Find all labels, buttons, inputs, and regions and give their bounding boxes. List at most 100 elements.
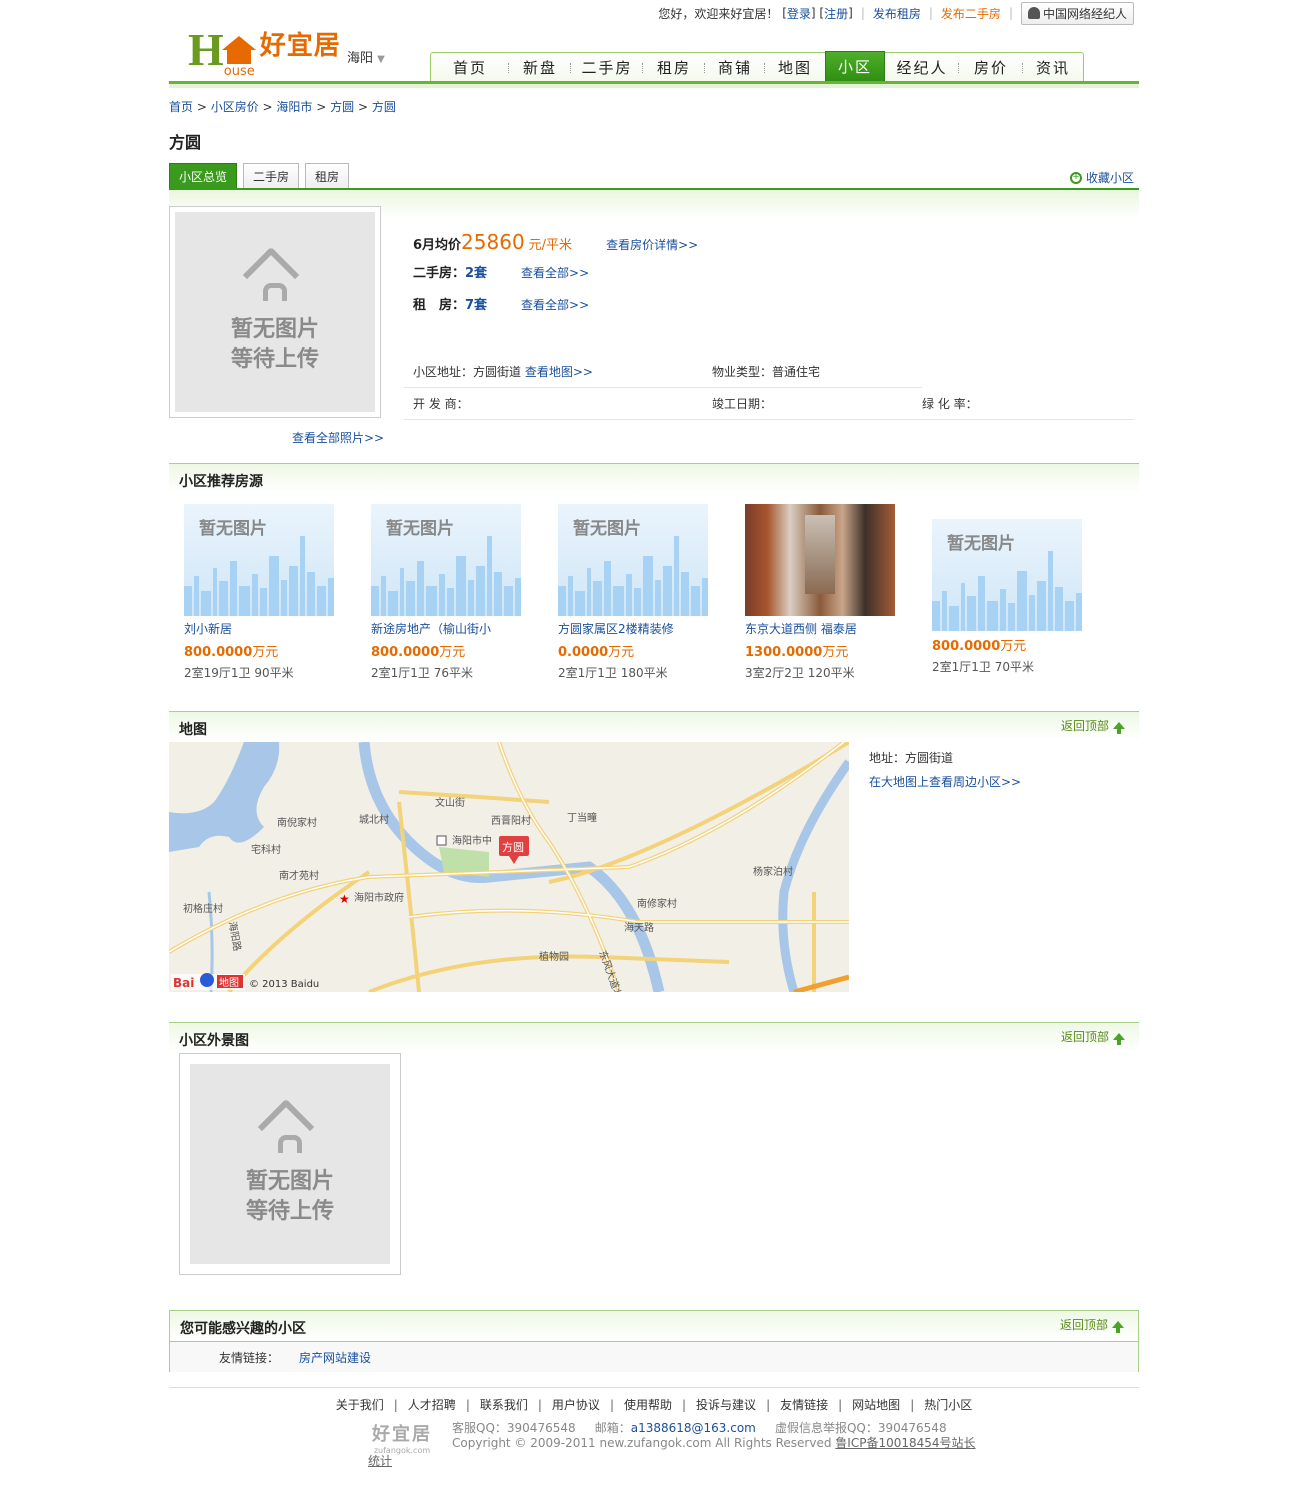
nav-item-0[interactable]: 首页 — [431, 53, 509, 82]
map-copyright: © 2013 Baidu — [249, 979, 319, 990]
rent-label: 租 房： — [413, 298, 466, 313]
map-view[interactable]: 南倪家村 城北村 文山街 西晋阳村 丁当疃 海阳市中 宅科村 南才苑村 海阳市政… — [169, 742, 849, 992]
price-label: 6月均价 — [413, 238, 462, 253]
breadcrumb-current[interactable]: 方圆 — [372, 100, 396, 114]
footer-link[interactable]: 友情链接 — [780, 1398, 828, 1412]
footer-link[interactable]: 联系我们 — [480, 1398, 528, 1412]
listing-card[interactable]: 暂无图片 刘小新居 800.0000万元 2室19厅1卫 90平米 — [184, 504, 371, 681]
footer-logo-name: 好宜居 — [372, 1424, 432, 1445]
register-link[interactable]: 注册 — [824, 5, 848, 22]
breadcrumb-city[interactable]: 海阳市 — [276, 100, 312, 114]
tab-rent[interactable]: 租房 — [305, 163, 350, 188]
listing-card[interactable]: 暂无图片 新途房地产（榆山街小 800.0000万元 2室1厅1卫 76平米 — [371, 504, 558, 681]
site-logo[interactable]: H ouse 好宜居 — [188, 24, 341, 80]
listing-card[interactable]: 暂无图片 方圆家属区2楼精装修 0.0000万元 2室1厅1卫 180平米 — [558, 504, 745, 681]
listing-name[interactable]: 新途房地产（榆山街小 — [371, 620, 558, 637]
tab-bar: 小区总览 二手房 租房 — [169, 163, 350, 188]
svg-text:★: ★ — [339, 892, 350, 906]
second-hand-view-all[interactable]: 查看全部>> — [521, 264, 589, 281]
listing-photo[interactable] — [745, 504, 895, 616]
logo-letter: H — [188, 24, 224, 75]
rent-view-all[interactable]: 查看全部>> — [521, 296, 589, 313]
exterior-photo[interactable]: 暂无图片 等待上传 — [179, 1053, 401, 1275]
service-qq: 390476548 — [506, 1421, 576, 1435]
nav-item-9[interactable]: 资讯 — [1023, 53, 1083, 82]
listing-spec: 2室1厅1卫 76平米 — [371, 666, 473, 680]
map-label: 南才苑村 — [279, 869, 319, 882]
listing-no-image[interactable]: 暂无图片 — [558, 504, 708, 616]
friend-links-label: 友情链接： — [219, 1350, 280, 1365]
arrow-up-icon — [1112, 1321, 1124, 1333]
nav-item-5[interactable]: 地图 — [765, 53, 825, 82]
listing-name[interactable]: 方圆家属区2楼精装修 — [558, 620, 745, 637]
post-rent-link[interactable]: 发布租房 — [873, 5, 921, 22]
no-image-text: 暂无图片 — [245, 1169, 334, 1194]
listing-no-image[interactable]: 暂无图片 — [184, 504, 334, 616]
average-price: 25860 — [461, 230, 525, 254]
footer-link[interactable]: 人才招聘 — [408, 1398, 456, 1412]
listing-price: 1300.0000万元 — [745, 645, 849, 660]
footer-link[interactable]: 用户协议 — [552, 1398, 600, 1412]
nearby-communities-link[interactable]: 在大地图上查看周边小区>> — [869, 775, 1021, 789]
footer-link[interactable]: 投诉与建议 — [696, 1398, 756, 1412]
tab-overview[interactable]: 小区总览 — [169, 163, 238, 188]
exterior-title: 小区外景图 — [179, 1033, 249, 1049]
type-label: 物业类型： — [712, 365, 773, 379]
main-nav: 首页 新盘 二手房 租房 商铺 地图 小区 经纪人 房价 资讯 — [430, 51, 1084, 82]
statistics-link[interactable]: 统计 — [368, 1452, 392, 1469]
post-second-link[interactable]: 发布二手房 — [941, 5, 1001, 22]
login-link[interactable]: 登录 — [787, 5, 811, 22]
city-selector[interactable]: 海阳 ▼ — [347, 47, 385, 66]
friend-link[interactable]: 房产网站建设 — [299, 1349, 371, 1366]
view-map-link[interactable]: 查看地图>> — [525, 365, 593, 379]
contact-email-link[interactable]: a1388618@163.com — [631, 1421, 756, 1435]
community-photo[interactable]: 暂无图片 等待上传 — [169, 206, 381, 418]
green-rate-label: 绿 化 率： — [922, 397, 978, 411]
back-to-top-link[interactable]: 返回顶部 — [1061, 717, 1125, 734]
icp-link[interactable]: 鲁ICP备10018454号站长 — [835, 1436, 975, 1450]
listing-name[interactable]: 东京大道西侧 福泰居 — [745, 620, 932, 637]
listing-card[interactable]: 暂无图片 800.0000万元 2室1厅1卫 70平米 — [932, 504, 1119, 681]
house-logo-icon: ouse — [221, 36, 256, 79]
footer-nav: 关于我们 | 人才招聘 | 联系我们 | 用户协议 | 使用帮助 | 投诉与建议 | 友情链接 | 网站地图… — [335, 1398, 973, 1412]
listing-name[interactable]: 刘小新居 — [184, 620, 371, 637]
nav-item-3[interactable]: 租房 — [643, 53, 705, 82]
back-to-top-link[interactable]: 返回顶部 — [1061, 1028, 1125, 1045]
footer-link[interactable]: 使用帮助 — [624, 1398, 672, 1412]
listing-no-image[interactable]: 暂无图片 — [371, 504, 521, 616]
breadcrumb-price[interactable]: 小区房价 — [211, 100, 259, 114]
logo-ouse: ouse — [223, 64, 255, 79]
listing-no-image[interactable]: 暂无图片 — [932, 519, 1082, 631]
footer-link[interactable]: 关于我们 — [336, 1398, 384, 1412]
nav-item-4[interactable]: 商铺 — [705, 53, 765, 82]
nav-item-1[interactable]: 新盘 — [509, 53, 571, 82]
footer-link[interactable]: 网站地图 — [852, 1398, 900, 1412]
breadcrumb-home[interactable]: 首页 — [169, 100, 193, 114]
logo-name: 好宜居 — [259, 31, 341, 61]
copyright: Copyright © 2009-2011 new.zufangok.com A… — [452, 1436, 832, 1450]
nav-item-8[interactable]: 房价 — [959, 53, 1023, 82]
svg-text:Bai: Bai — [173, 976, 194, 990]
no-image-placeholder: 暂无图片 等待上传 — [175, 212, 375, 412]
breadcrumb-district[interactable]: 方圆 — [330, 100, 354, 114]
map-label: 文山街 — [435, 796, 465, 809]
tab-second-hand[interactable]: 二手房 — [243, 163, 300, 188]
footer-link[interactable]: 热门小区 — [924, 1398, 972, 1412]
chevron-down-icon: ▼ — [377, 54, 385, 65]
completed-label: 竣工日期： — [712, 397, 773, 411]
favorite-button[interactable]: + 收藏小区 — [1069, 169, 1134, 186]
price-detail-link[interactable]: 查看房价详情>> — [606, 236, 698, 253]
map-label: 初格庄村 — [183, 902, 223, 915]
listing-price: 0.0000万元 — [558, 645, 635, 660]
nav-item-2[interactable]: 二手房 — [571, 53, 643, 82]
map-canvas: 南倪家村 城北村 文山街 西晋阳村 丁当疃 海阳市中 宅科村 南才苑村 海阳市政… — [169, 742, 849, 992]
agent-label: 中国网络经纪人 — [1042, 6, 1127, 21]
agent-button[interactable]: 中国网络经纪人 — [1020, 1, 1134, 25]
listing-card[interactable]: 东京大道西侧 福泰居 1300.0000万元 3室2厅2卫 120平米 — [745, 504, 932, 681]
back-to-top-link[interactable]: 返回顶部 — [1060, 1316, 1124, 1333]
upload-pending-text: 等待上传 — [245, 1199, 334, 1224]
nav-item-6[interactable]: 小区 — [825, 51, 885, 82]
city-name: 海阳 — [347, 51, 374, 66]
view-all-photos-link[interactable]: 查看全部照片>> — [292, 429, 384, 446]
nav-item-7[interactable]: 经纪人 — [885, 53, 959, 82]
